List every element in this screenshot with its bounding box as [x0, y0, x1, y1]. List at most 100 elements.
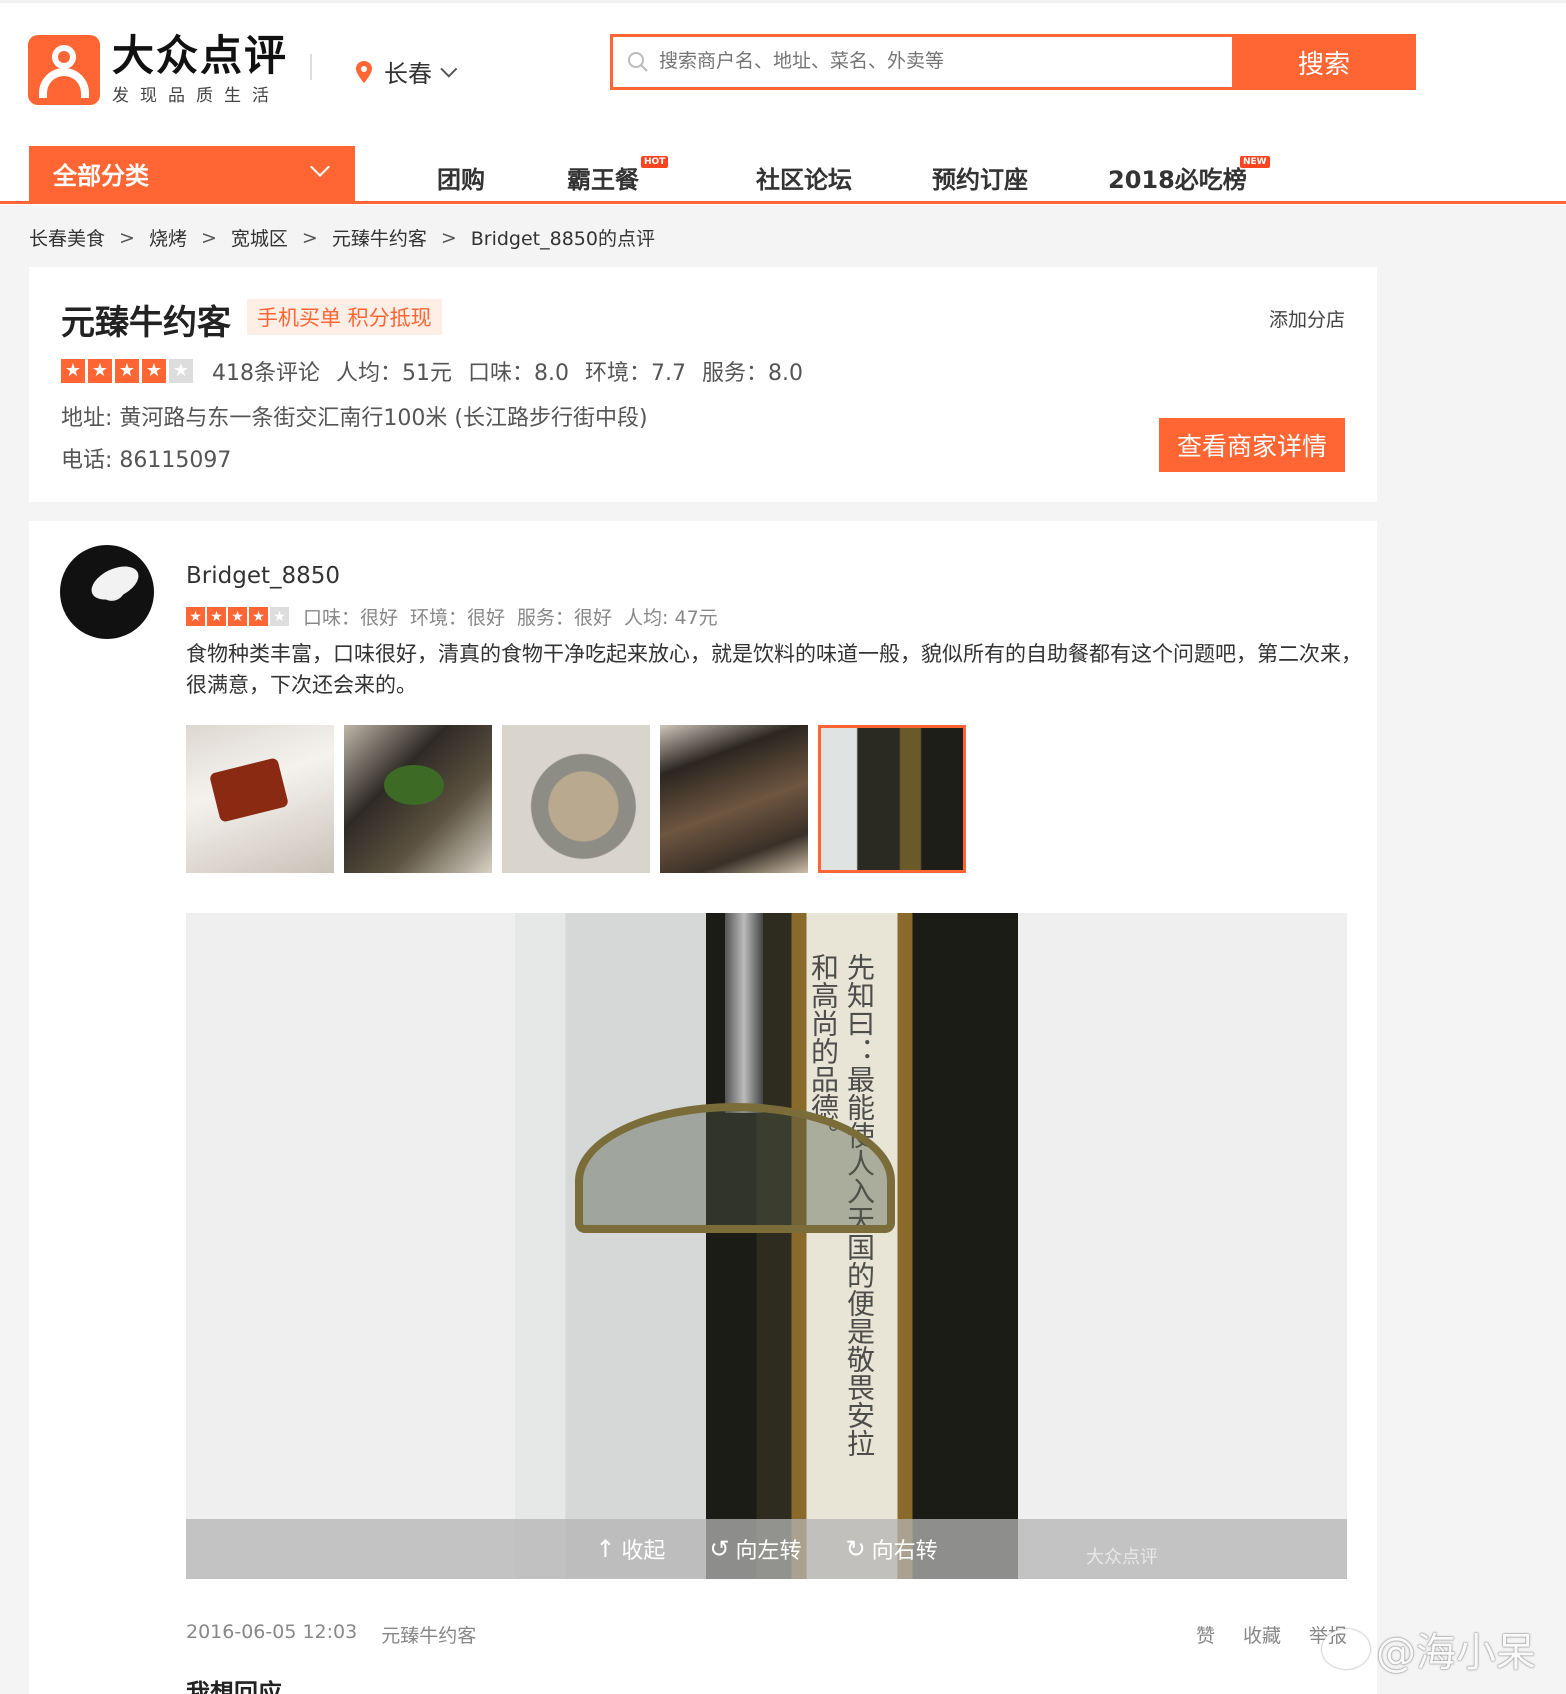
- logo[interactable]: 大众点评 发现品质生活: [28, 33, 288, 106]
- logo-title: 大众点评: [112, 31, 289, 80]
- nav-item-forum[interactable]: 社区论坛: [756, 160, 852, 195]
- star-icon: ★: [186, 607, 205, 626]
- avatar[interactable]: [60, 545, 154, 639]
- new-badge: NEW: [1240, 156, 1270, 168]
- rotate-left-label: 向左转: [735, 1539, 802, 1564]
- review-card: Bridget_8850 ★ ★ ★ ★ ★ 口味：很好 环境：很好 服务：很好…: [29, 521, 1377, 1694]
- logo-separator: [310, 54, 312, 80]
- add-branch-link[interactable]: 添加分店: [1269, 305, 1345, 332]
- breadcrumb-current: Bridget_8850的点评: [470, 228, 655, 250]
- dianping-logo-icon: [28, 34, 100, 105]
- breadcrumb-separator: >: [301, 226, 318, 249]
- city-name: 长春: [384, 60, 432, 88]
- nav-item-group-buy[interactable]: 团购: [437, 160, 485, 195]
- breadcrumb-item[interactable]: 长春美食: [29, 224, 105, 251]
- rotate-left-button[interactable]: ↺ 向左转: [709, 1533, 801, 1565]
- review-avg-price: 人均: 47元: [624, 607, 718, 629]
- enlarged-photo[interactable]: 先知曰：最能使人入天国的便是敬畏安拉和高尚的品德。: [515, 913, 1018, 1579]
- rotate-left-icon: ↺: [709, 1535, 730, 1563]
- review-footer: 2016-06-05 12:03 元臻牛约客: [186, 1621, 476, 1648]
- all-categories-label: 全部分类: [53, 162, 149, 190]
- favorite-button[interactable]: 收藏: [1243, 1621, 1281, 1648]
- photo-viewer-toolbar: ↑ 收起 ↺ 向左转 ↻ 向右转: [186, 1519, 1347, 1579]
- taste-score: 口味：8.0: [468, 361, 569, 386]
- nav-item-must-eat[interactable]: 2018必吃榜 NEW: [1108, 156, 1270, 195]
- reviewer-name[interactable]: Bridget_8850: [186, 563, 340, 589]
- service-score: 服务：8.0: [702, 361, 803, 386]
- shop-name[interactable]: 元臻牛约客: [61, 295, 231, 344]
- photo-thumbnail[interactable]: [660, 725, 808, 873]
- photo-detail: [725, 913, 763, 1113]
- breadcrumb-separator: >: [440, 226, 457, 249]
- shop-promo-tag: 手机买单 积分抵现: [247, 299, 442, 335]
- search-input[interactable]: [659, 51, 1232, 73]
- search-icon: [628, 52, 648, 72]
- breadcrumb-separator: >: [119, 226, 135, 249]
- star-icon: ★: [249, 607, 268, 626]
- nav-item-label: 霸王餐: [567, 166, 639, 194]
- rotate-right-label: 向右转: [871, 1539, 938, 1564]
- view-shop-details-button[interactable]: 查看商家详情: [1159, 418, 1345, 472]
- star-empty-icon: ★: [169, 359, 193, 383]
- top-divider: [0, 0, 1566, 3]
- arrow-up-icon: ↑: [595, 1535, 616, 1563]
- breadcrumb: 长春美食 > 烧烤 > 宽城区 > 元臻牛约客 > Bridget_8850的点…: [29, 224, 655, 251]
- review-rating-row: ★ ★ ★ ★ ★ 口味：很好 环境：很好 服务：很好 人均: 47元: [186, 603, 718, 630]
- reply-section-title: 我想回应: [186, 1679, 282, 1694]
- search-bar: 搜索: [610, 34, 1416, 90]
- breadcrumb-item[interactable]: 元臻牛约客: [332, 224, 427, 251]
- review-shop-link[interactable]: 元臻牛约客: [381, 1621, 476, 1648]
- chevron-down-icon: [440, 60, 458, 78]
- chevron-down-icon: [310, 157, 330, 177]
- star-empty-icon: ★: [270, 607, 289, 626]
- rotate-right-button[interactable]: ↻ 向右转: [846, 1533, 938, 1565]
- nav-item-label: 预约订座: [932, 166, 1028, 194]
- collapse-label: 收起: [621, 1539, 666, 1564]
- nav-item-free-meal[interactable]: 霸王餐 HOT: [567, 156, 669, 195]
- location-pin-icon: [356, 60, 372, 83]
- shop-star-rating: ★ ★ ★ ★ ★: [61, 359, 196, 383]
- environment-score: 环境：7.7: [585, 361, 686, 386]
- review-actions: 赞 收藏 举报: [1168, 1621, 1347, 1648]
- logo-slogan: 发现品质生活: [112, 86, 280, 106]
- breadcrumb-item[interactable]: 烧烤: [149, 224, 187, 251]
- review-taste: 口味：很好: [303, 607, 399, 629]
- review-environment: 环境：很好: [410, 607, 506, 629]
- photo-thumbnail[interactable]: [186, 725, 334, 873]
- review-count[interactable]: 418条评论: [212, 355, 320, 387]
- avg-price: 人均：51元: [336, 361, 452, 386]
- review-text: 食物种类丰富，口味很好，清真的食物干净吃起来放心，就是饮料的味道一般，貌似所有的…: [186, 642, 1362, 697]
- main-nav: 全部分类 团购 霸王餐 HOT 社区论坛 预约订座 2018必吃榜 NEW: [0, 146, 1566, 204]
- weibo-watermark: @海小呆: [1322, 1620, 1536, 1678]
- all-categories-menu[interactable]: 全部分类: [29, 146, 355, 201]
- shop-phone: 电话: 86115097: [61, 448, 232, 473]
- photo-thumbnail[interactable]: [502, 725, 650, 873]
- watermark-text: @海小呆: [1376, 1630, 1536, 1676]
- nav-item-label: 团购: [437, 166, 485, 194]
- shop-card: 元臻牛约客 手机买单 积分抵现 添加分店 ★ ★ ★ ★ ★ 418条评论 人均…: [29, 267, 1377, 502]
- like-button[interactable]: 赞: [1196, 1621, 1215, 1648]
- review-photo-thumbnails: [186, 725, 976, 873]
- review-service: 服务：很好: [517, 607, 613, 629]
- header: 大众点评 发现品质生活 长春 搜索 全部分类 团购 霸王餐HOT 社区论坛 预约…: [0, 0, 1566, 205]
- breadcrumb-separator: >: [200, 226, 217, 249]
- weibo-icon: [1322, 1629, 1370, 1669]
- shop-rating-row: ★ ★ ★ ★ ★ 418条评论 人均：51元 口味：8.0 环境：7.7 服务…: [61, 355, 803, 387]
- collapse-button[interactable]: ↑ 收起: [595, 1533, 665, 1565]
- star-icon: ★: [61, 359, 85, 383]
- photo-thumbnail-selected[interactable]: [818, 725, 966, 873]
- hot-badge: HOT: [641, 156, 669, 168]
- shop-address: 地址: 黄河路与东一条街交汇南行100米 (长江路步行街中段): [61, 406, 648, 431]
- search-box: [610, 34, 1232, 90]
- star-icon: ★: [207, 607, 226, 626]
- city-selector[interactable]: 长春: [356, 54, 458, 89]
- photo-watermark: 大众点评: [1086, 1547, 1158, 1568]
- photo-viewer: 先知曰：最能使人入天国的便是敬畏安拉和高尚的品德。 ↑ 收起 ↺ 向左转 ↻ 向右转 …: [186, 913, 1347, 1579]
- review-star-rating: ★ ★ ★ ★ ★: [186, 607, 291, 626]
- photo-thumbnail[interactable]: [344, 725, 492, 873]
- nav-item-booking[interactable]: 预约订座: [932, 160, 1028, 195]
- star-icon: ★: [88, 359, 112, 383]
- search-button[interactable]: 搜索: [1232, 34, 1416, 90]
- review-date: 2016-06-05 12:03: [186, 1621, 358, 1643]
- breadcrumb-item[interactable]: 宽城区: [231, 224, 288, 251]
